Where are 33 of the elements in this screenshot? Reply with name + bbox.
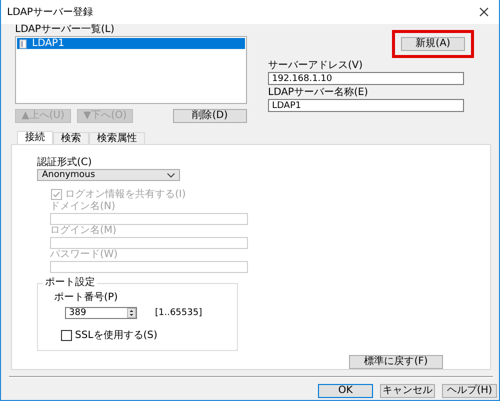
port-group-title: ポート設定 [43, 277, 97, 289]
new-button[interactable]: 新規(A) [401, 37, 465, 51]
port-spin-field[interactable]: 389 [65, 307, 137, 319]
server-icon [19, 38, 28, 48]
ssl-label: SSLを使用する(S) [75, 329, 158, 342]
tab[interactable]: 検索属性 [89, 132, 145, 144]
window-title: LDAPサーバー登録 [7, 6, 93, 19]
server-listbox[interactable]: LDAP1 [15, 36, 247, 104]
dialog-button[interactable]: キャンセル [380, 384, 435, 398]
server-address-field[interactable]: 192.168.1.10 [268, 72, 464, 85]
reset-defaults-button[interactable]: 標準に戻す(F) [349, 355, 443, 369]
spin-arrows-icon[interactable] [127, 308, 136, 318]
tab[interactable]: 接続 [17, 131, 53, 144]
auth-dropdown[interactable]: Anonymous [37, 169, 180, 181]
credential-label: パスワード(W) [50, 249, 118, 261]
dialog-button[interactable]: OK [318, 384, 373, 398]
share-logon-label: ログオン情報を共有する(I) [65, 188, 186, 201]
chevron-icon [167, 172, 175, 178]
ssl-checkbox[interactable] [61, 330, 72, 340]
server-address-label: サーバーアドレス(V) [268, 60, 363, 72]
port-range-text: [1..65535] [155, 308, 202, 318]
server-list-item[interactable]: LDAP1 [17, 38, 245, 49]
credential-label: ドメイン名(N) [50, 201, 116, 213]
tab[interactable]: 検索 [53, 132, 89, 144]
credential-label: ログイン名(M) [50, 225, 116, 237]
port-number-label: ポート番号(P) [54, 292, 118, 304]
auth-label: 認証形式(C) [37, 157, 92, 169]
server-list-label: LDAPサーバー一覧(L) [15, 24, 114, 36]
server-name-field[interactable]: LDAP1 [268, 99, 464, 112]
server-name-label: LDAPサーバー名称(E) [268, 87, 368, 99]
list-button[interactable]: 削除(D) [173, 109, 247, 123]
close-icon[interactable] [479, 7, 489, 17]
dialog-button[interactable]: ヘルプ(H) [442, 384, 497, 398]
